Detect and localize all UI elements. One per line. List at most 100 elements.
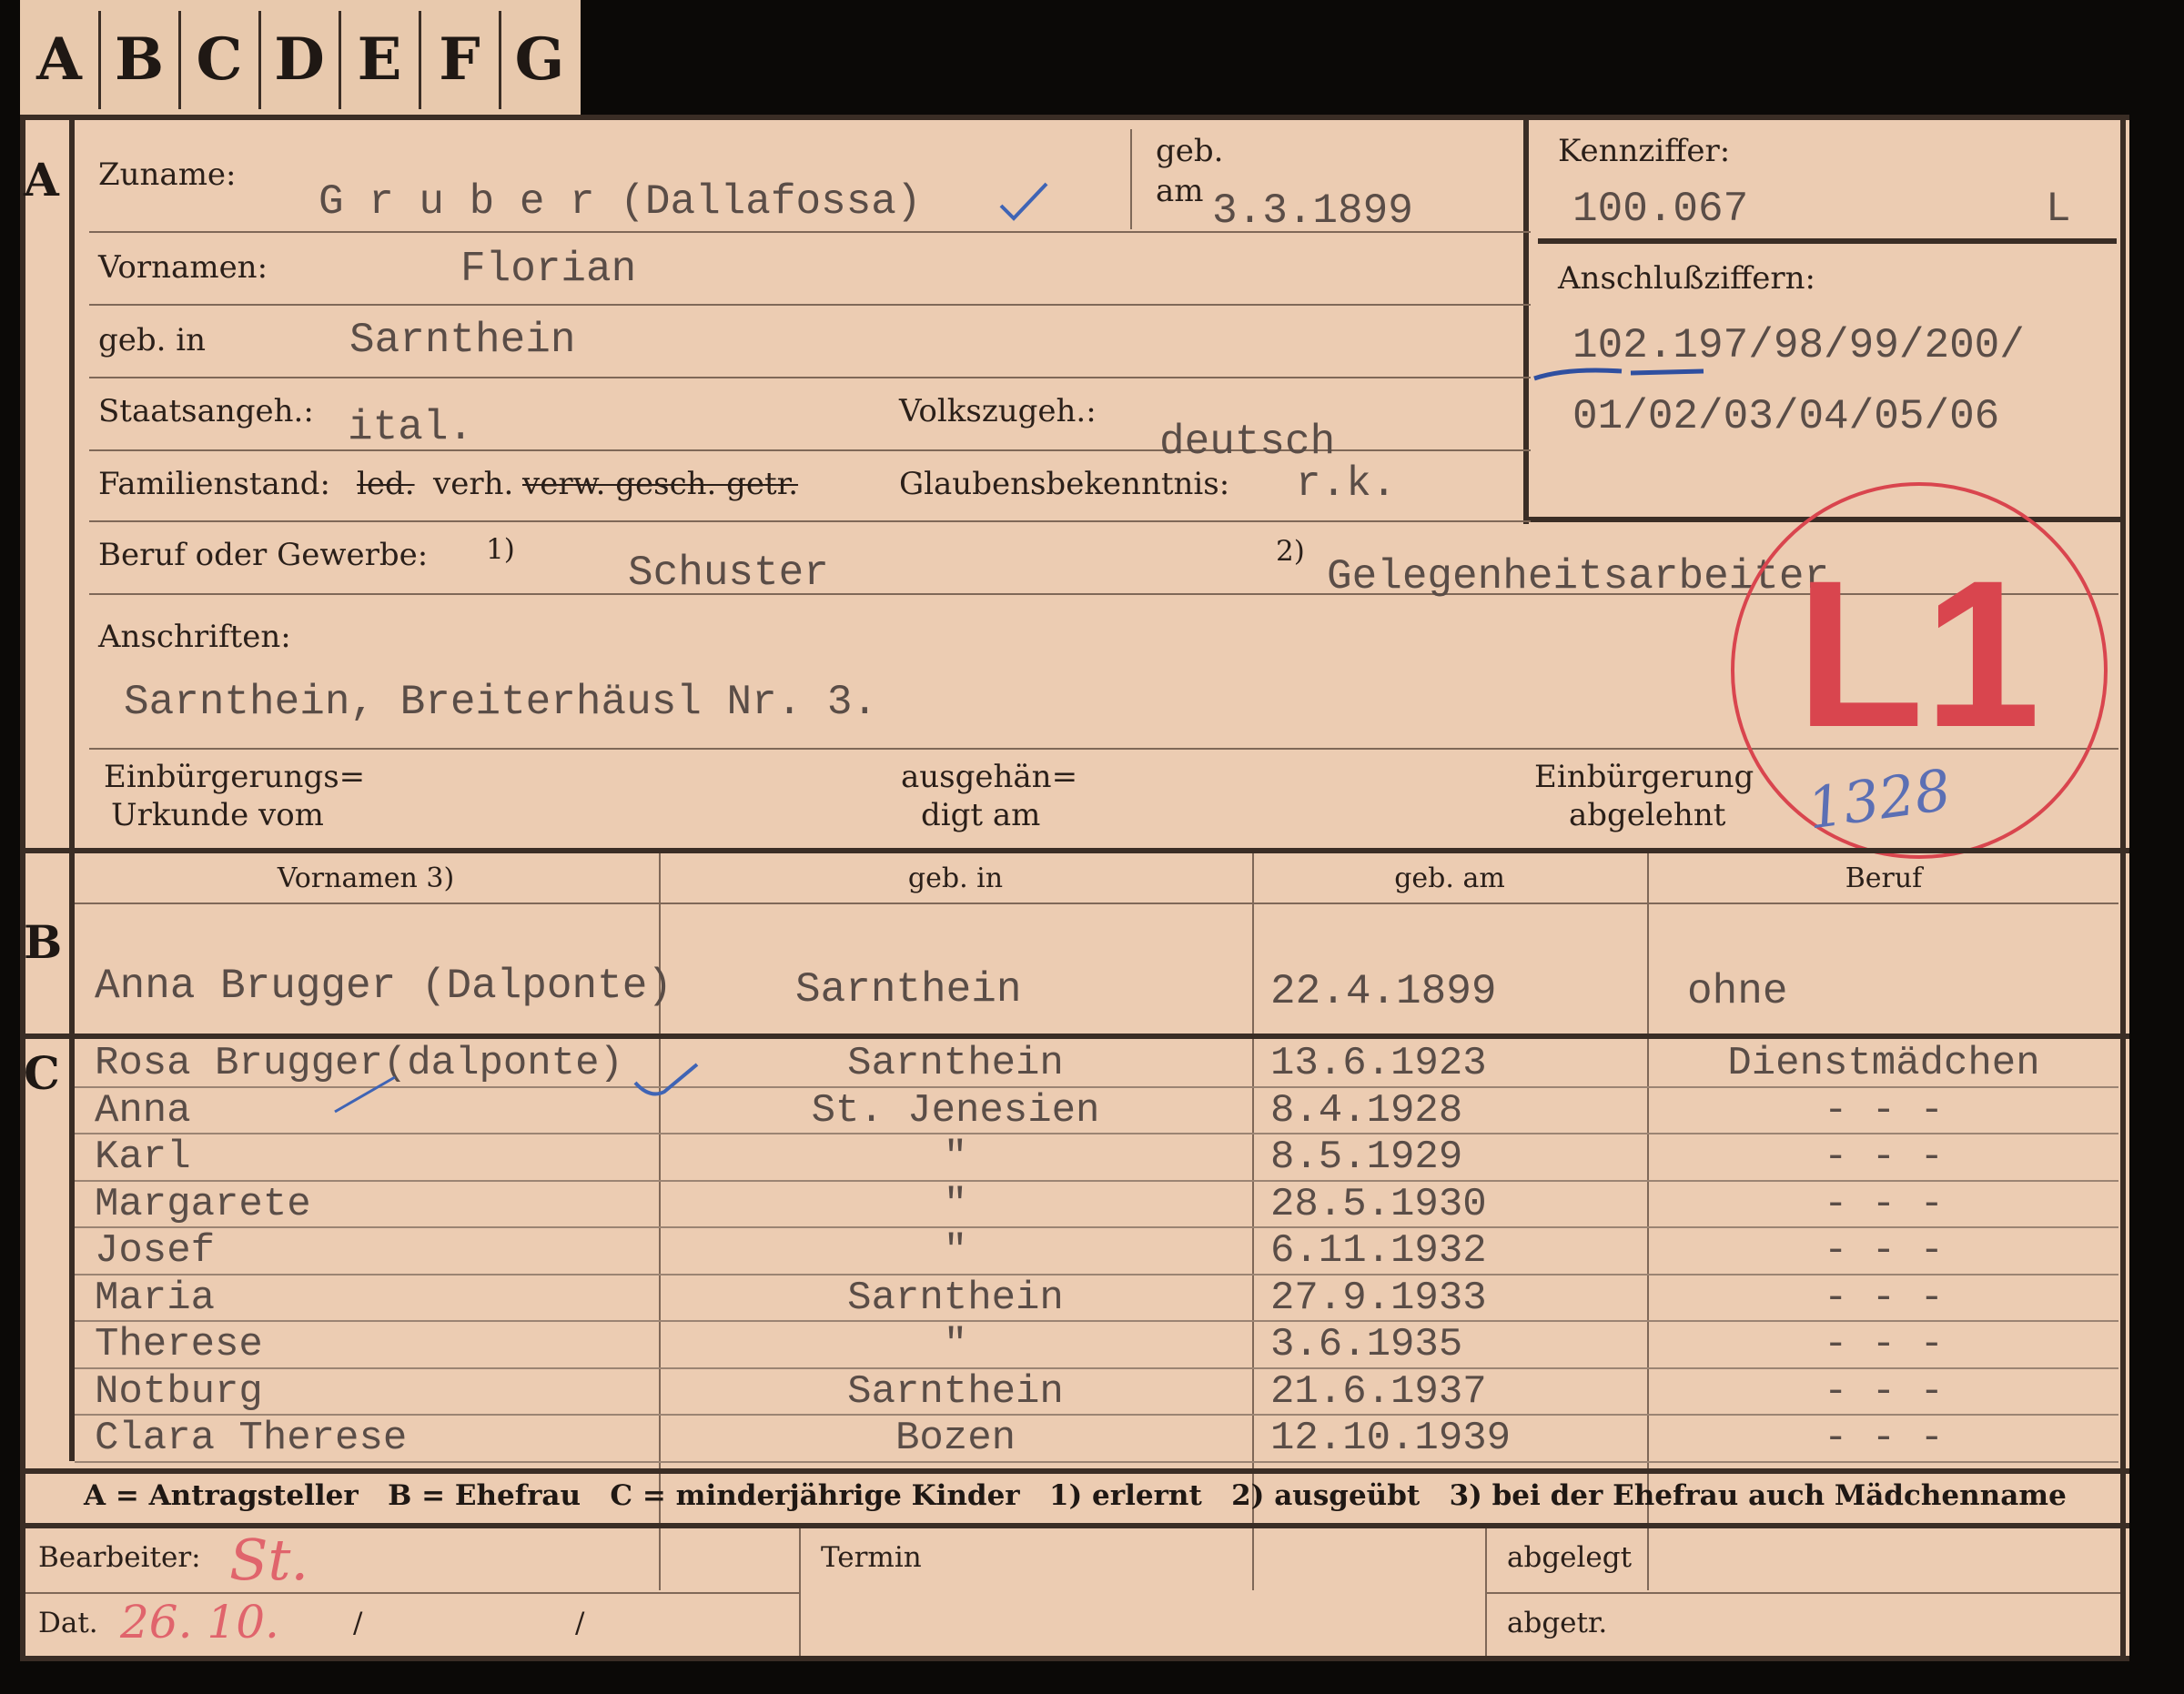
child-occupation: - - - — [1823, 1275, 1945, 1321]
line-geb-in — [89, 377, 1531, 378]
child-occupation: - - - — [1823, 1134, 1945, 1180]
tab-d[interactable]: D — [260, 11, 341, 109]
child-occupation: - - - — [1823, 1368, 1945, 1415]
beruf-erlernt-value: Schuster — [628, 550, 829, 597]
child-birthdate: 21.6.1937 — [1270, 1368, 1487, 1415]
child-birthplace: " — [943, 1322, 968, 1367]
dat-slash-1: / — [353, 1607, 363, 1639]
familienstand-struck-led: led. — [357, 466, 415, 502]
card-bottom-border — [20, 1656, 2129, 1661]
column-header-beruf: Beruf — [1845, 862, 1923, 894]
zuname-value: G r u b e r (Dallafossa) — [318, 178, 922, 226]
zuname-label: Zuname: — [98, 156, 237, 193]
tab-a[interactable]: A — [20, 11, 101, 109]
beruf-label: Beruf oder Gewerbe: — [98, 537, 429, 573]
table-row: Clara Therese Bozen 12.10.1939 - - - — [20, 1416, 2129, 1463]
tab-f[interactable]: F — [420, 11, 501, 109]
anschriften-value: Sarnthein, Breiterhäusl Nr. 3. — [124, 679, 878, 726]
child-birthdate: 28.5.1930 — [1270, 1181, 1487, 1227]
vornamen-label: Vornamen: — [98, 249, 268, 286]
child-name: Maria — [95, 1275, 216, 1321]
einbuergerung-abgelehnt-label-2: abgelehnt — [1569, 797, 1726, 833]
dat-handwritten-value: 26. 10. — [120, 1596, 279, 1649]
child-birthdate: 3.6.1935 — [1270, 1322, 1463, 1367]
child-birthplace: Sarnthein — [847, 1041, 1064, 1086]
kennziffer-label: Kennziffer: — [1558, 133, 1731, 169]
child-occupation: - - - — [1823, 1087, 1945, 1134]
child-birthplace: " — [943, 1228, 968, 1274]
legend-bottom-border — [20, 1523, 2129, 1528]
spouse-birthdate: 22.4.1899 — [1270, 968, 1497, 1015]
legend-text: A = Antragsteller B = Ehefrau C = minder… — [84, 1479, 2067, 1512]
dat-slash-2: / — [575, 1607, 585, 1639]
volkszugeh-label: Volkszugeh.: — [899, 393, 1097, 429]
child-occupation: - - - — [1823, 1322, 1945, 1367]
table-row: Karl " 8.5.1929 - - - — [20, 1134, 2129, 1182]
checkmark-icon — [633, 1063, 699, 1096]
child-occupation: - - - — [1823, 1416, 1945, 1461]
child-birthplace: Sarnthein — [847, 1368, 1064, 1415]
checkmark-icon — [999, 182, 1048, 221]
spouse-name: Anna Brugger (Dalponte) — [95, 963, 672, 1010]
child-occupation: Dienstmädchen — [1727, 1041, 2040, 1086]
spouse-birthplace: Sarnthein — [795, 966, 1022, 1013]
staatsangeh-label: Staatsangeh.: — [98, 393, 314, 429]
ausgehaendigt-label-2: digt am — [921, 797, 1041, 833]
kennziffer-suffix: L — [2046, 186, 2071, 233]
familienstand-label: Familienstand: — [98, 466, 330, 502]
section-b-header-line — [75, 902, 2118, 904]
tab-c[interactable]: C — [180, 11, 261, 109]
child-occupation: - - - — [1823, 1228, 1945, 1274]
child-birthdate: 27.9.1933 — [1270, 1275, 1487, 1321]
familienstand-struck-others: verw. gesch. getr. — [522, 466, 799, 502]
child-name: Josef — [95, 1228, 216, 1274]
geb-am-value: 3.3.1899 — [1212, 187, 1413, 235]
child-birthplace: Sarnthein — [847, 1275, 1064, 1321]
familienstand-value: verh. — [433, 466, 514, 502]
child-occupation: - - - — [1823, 1181, 1945, 1227]
child-name: Notburg — [95, 1368, 263, 1415]
footer-mid-line-left — [25, 1592, 799, 1594]
footer-divider-1 — [799, 1528, 801, 1656]
child-name: Clara Therese — [95, 1416, 408, 1461]
tab-g[interactable]: G — [500, 11, 579, 109]
legend-top-border — [20, 1468, 2129, 1474]
glaubensbekenntnis-value: r.k. — [1296, 460, 1397, 508]
geb-label: geb. — [1156, 133, 1224, 169]
table-row: Margarete " 28.5.1930 - - - — [20, 1181, 2129, 1228]
column-header-geb-am: geb. am — [1394, 862, 1505, 894]
child-birthdate: 8.4.1928 — [1270, 1087, 1463, 1134]
termin-label: Termin — [821, 1541, 922, 1574]
child-name: Karl — [95, 1134, 191, 1180]
geb-in-value: Sarnthein — [349, 317, 576, 364]
child-birthplace: " — [943, 1181, 968, 1227]
checkmark-icon — [334, 1075, 396, 1114]
child-birthplace: Bozen — [895, 1416, 1016, 1461]
line-familienstand — [89, 520, 1531, 522]
staatsangeh-value: ital. — [348, 404, 474, 451]
tab-b[interactable]: B — [100, 11, 181, 109]
blue-underline-mark — [1533, 368, 1704, 381]
stamp-code: L1 — [1795, 537, 2041, 771]
child-birthdate: 12.10.1939 — [1270, 1416, 1512, 1461]
glaubensbekenntnis-label: Glaubensbekenntnis: — [899, 466, 1230, 502]
abgetr-label: abgetr. — [1507, 1607, 1608, 1639]
bearbeiter-label: Bearbeiter: — [38, 1541, 201, 1574]
child-birthdate: 8.5.1929 — [1270, 1134, 1463, 1180]
vornamen-value: Florian — [460, 246, 637, 293]
kennziffer-value: 100.067 — [1572, 186, 1749, 233]
child-name: Anna — [95, 1087, 191, 1134]
child-birthdate: 13.6.1923 — [1270, 1041, 1487, 1086]
anschriften-label: Anschriften: — [98, 619, 291, 655]
beruf-footnote-2: 2) — [1276, 535, 1305, 568]
beruf-footnote-1: 1) — [486, 533, 515, 566]
child-birthdate: 6.11.1932 — [1270, 1228, 1487, 1274]
registration-card: A Zuname: G r u b e r (Dallafossa) geb. … — [20, 115, 2129, 1661]
child-name: Therese — [95, 1322, 263, 1367]
table-row: Josef " 6.11.1932 - - - — [20, 1228, 2129, 1276]
tab-e[interactable]: E — [340, 11, 421, 109]
spouse-occupation: ohne — [1687, 968, 1788, 1015]
child-birthplace: " — [943, 1134, 968, 1180]
kennziffer-box-mid — [1538, 238, 2117, 244]
geb-in-label: geb. in — [98, 322, 207, 358]
